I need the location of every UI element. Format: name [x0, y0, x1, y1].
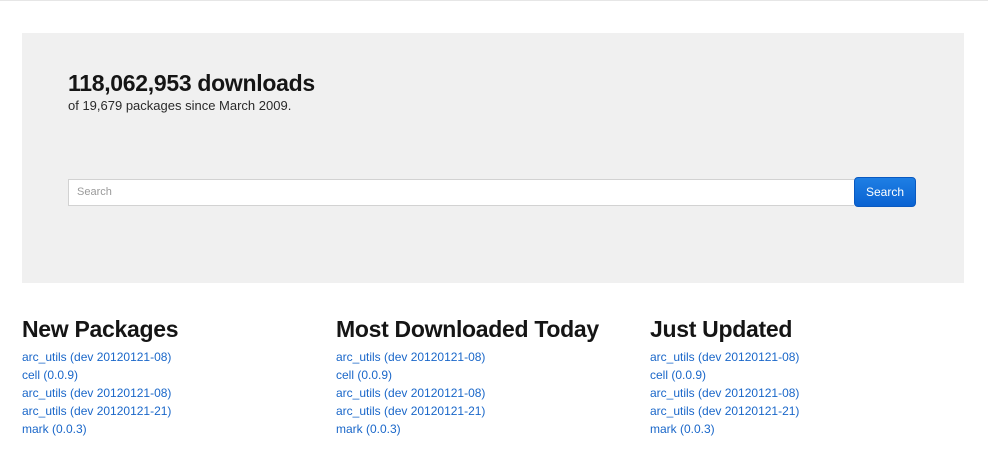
packages-since-subtitle: of 19,679 packages since March 2009. [68, 98, 292, 113]
column-title-just-updated: Just Updated [650, 316, 793, 342]
list-item: arc_utils (dev 20120121-08) [336, 384, 650, 402]
column-just-updated: Just Updated arc_utils (dev 20120121-08)… [650, 314, 964, 438]
column-title-most-downloaded-today: Most Downloaded Today [336, 316, 599, 342]
list-item: cell (0.0.9) [650, 366, 964, 384]
package-columns: New Packages arc_utils (dev 20120121-08)… [22, 314, 964, 438]
package-link[interactable]: cell (0.0.9) [650, 368, 706, 382]
list-item: arc_utils (dev 20120121-21) [650, 402, 964, 420]
package-link[interactable]: arc_utils (dev 20120121-08) [22, 350, 171, 364]
list-item: arc_utils (dev 20120121-08) [650, 384, 964, 402]
list-item: mark (0.0.3) [650, 420, 964, 438]
package-link[interactable]: mark (0.0.3) [650, 422, 715, 436]
package-link[interactable]: cell (0.0.9) [336, 368, 392, 382]
package-link[interactable]: arc_utils (dev 20120121-21) [22, 404, 171, 418]
total-downloads-stat: 118,062,953 downloads [68, 70, 315, 96]
list-item: cell (0.0.9) [336, 366, 650, 384]
list-item: arc_utils (dev 20120121-08) [22, 384, 336, 402]
package-link[interactable]: mark (0.0.3) [22, 422, 87, 436]
list-item: mark (0.0.3) [336, 420, 650, 438]
download-stats-hero: 118,062,953 downloads of 19,679 packages… [22, 33, 964, 283]
package-link[interactable]: arc_utils (dev 20120121-21) [336, 404, 485, 418]
package-link[interactable]: arc_utils (dev 20120121-08) [336, 350, 485, 364]
search-form: Search [68, 177, 916, 207]
just-updated-list: arc_utils (dev 20120121-08) cell (0.0.9)… [650, 348, 964, 438]
list-item: mark (0.0.3) [22, 420, 336, 438]
list-item: arc_utils (dev 20120121-08) [22, 348, 336, 366]
most-downloaded-list: arc_utils (dev 20120121-08) cell (0.0.9)… [336, 348, 650, 438]
list-item: arc_utils (dev 20120121-08) [650, 348, 964, 366]
package-link[interactable]: arc_utils (dev 20120121-08) [650, 386, 799, 400]
package-link[interactable]: arc_utils (dev 20120121-21) [650, 404, 799, 418]
list-item: arc_utils (dev 20120121-08) [336, 348, 650, 366]
column-new-packages: New Packages arc_utils (dev 20120121-08)… [22, 314, 336, 438]
search-button[interactable]: Search [854, 177, 916, 207]
package-link[interactable]: mark (0.0.3) [336, 422, 401, 436]
search-input[interactable] [68, 178, 854, 206]
new-packages-list: arc_utils (dev 20120121-08) cell (0.0.9)… [22, 348, 336, 438]
list-item: arc_utils (dev 20120121-21) [336, 402, 650, 420]
top-divider [0, 0, 988, 1]
column-title-new-packages: New Packages [22, 316, 179, 342]
package-link[interactable]: arc_utils (dev 20120121-08) [650, 350, 799, 364]
list-item: cell (0.0.9) [22, 366, 336, 384]
column-most-downloaded-today: Most Downloaded Today arc_utils (dev 201… [336, 314, 650, 438]
list-item: arc_utils (dev 20120121-21) [22, 402, 336, 420]
package-link[interactable]: cell (0.0.9) [22, 368, 78, 382]
package-link[interactable]: arc_utils (dev 20120121-08) [336, 386, 485, 400]
package-link[interactable]: arc_utils (dev 20120121-08) [22, 386, 171, 400]
